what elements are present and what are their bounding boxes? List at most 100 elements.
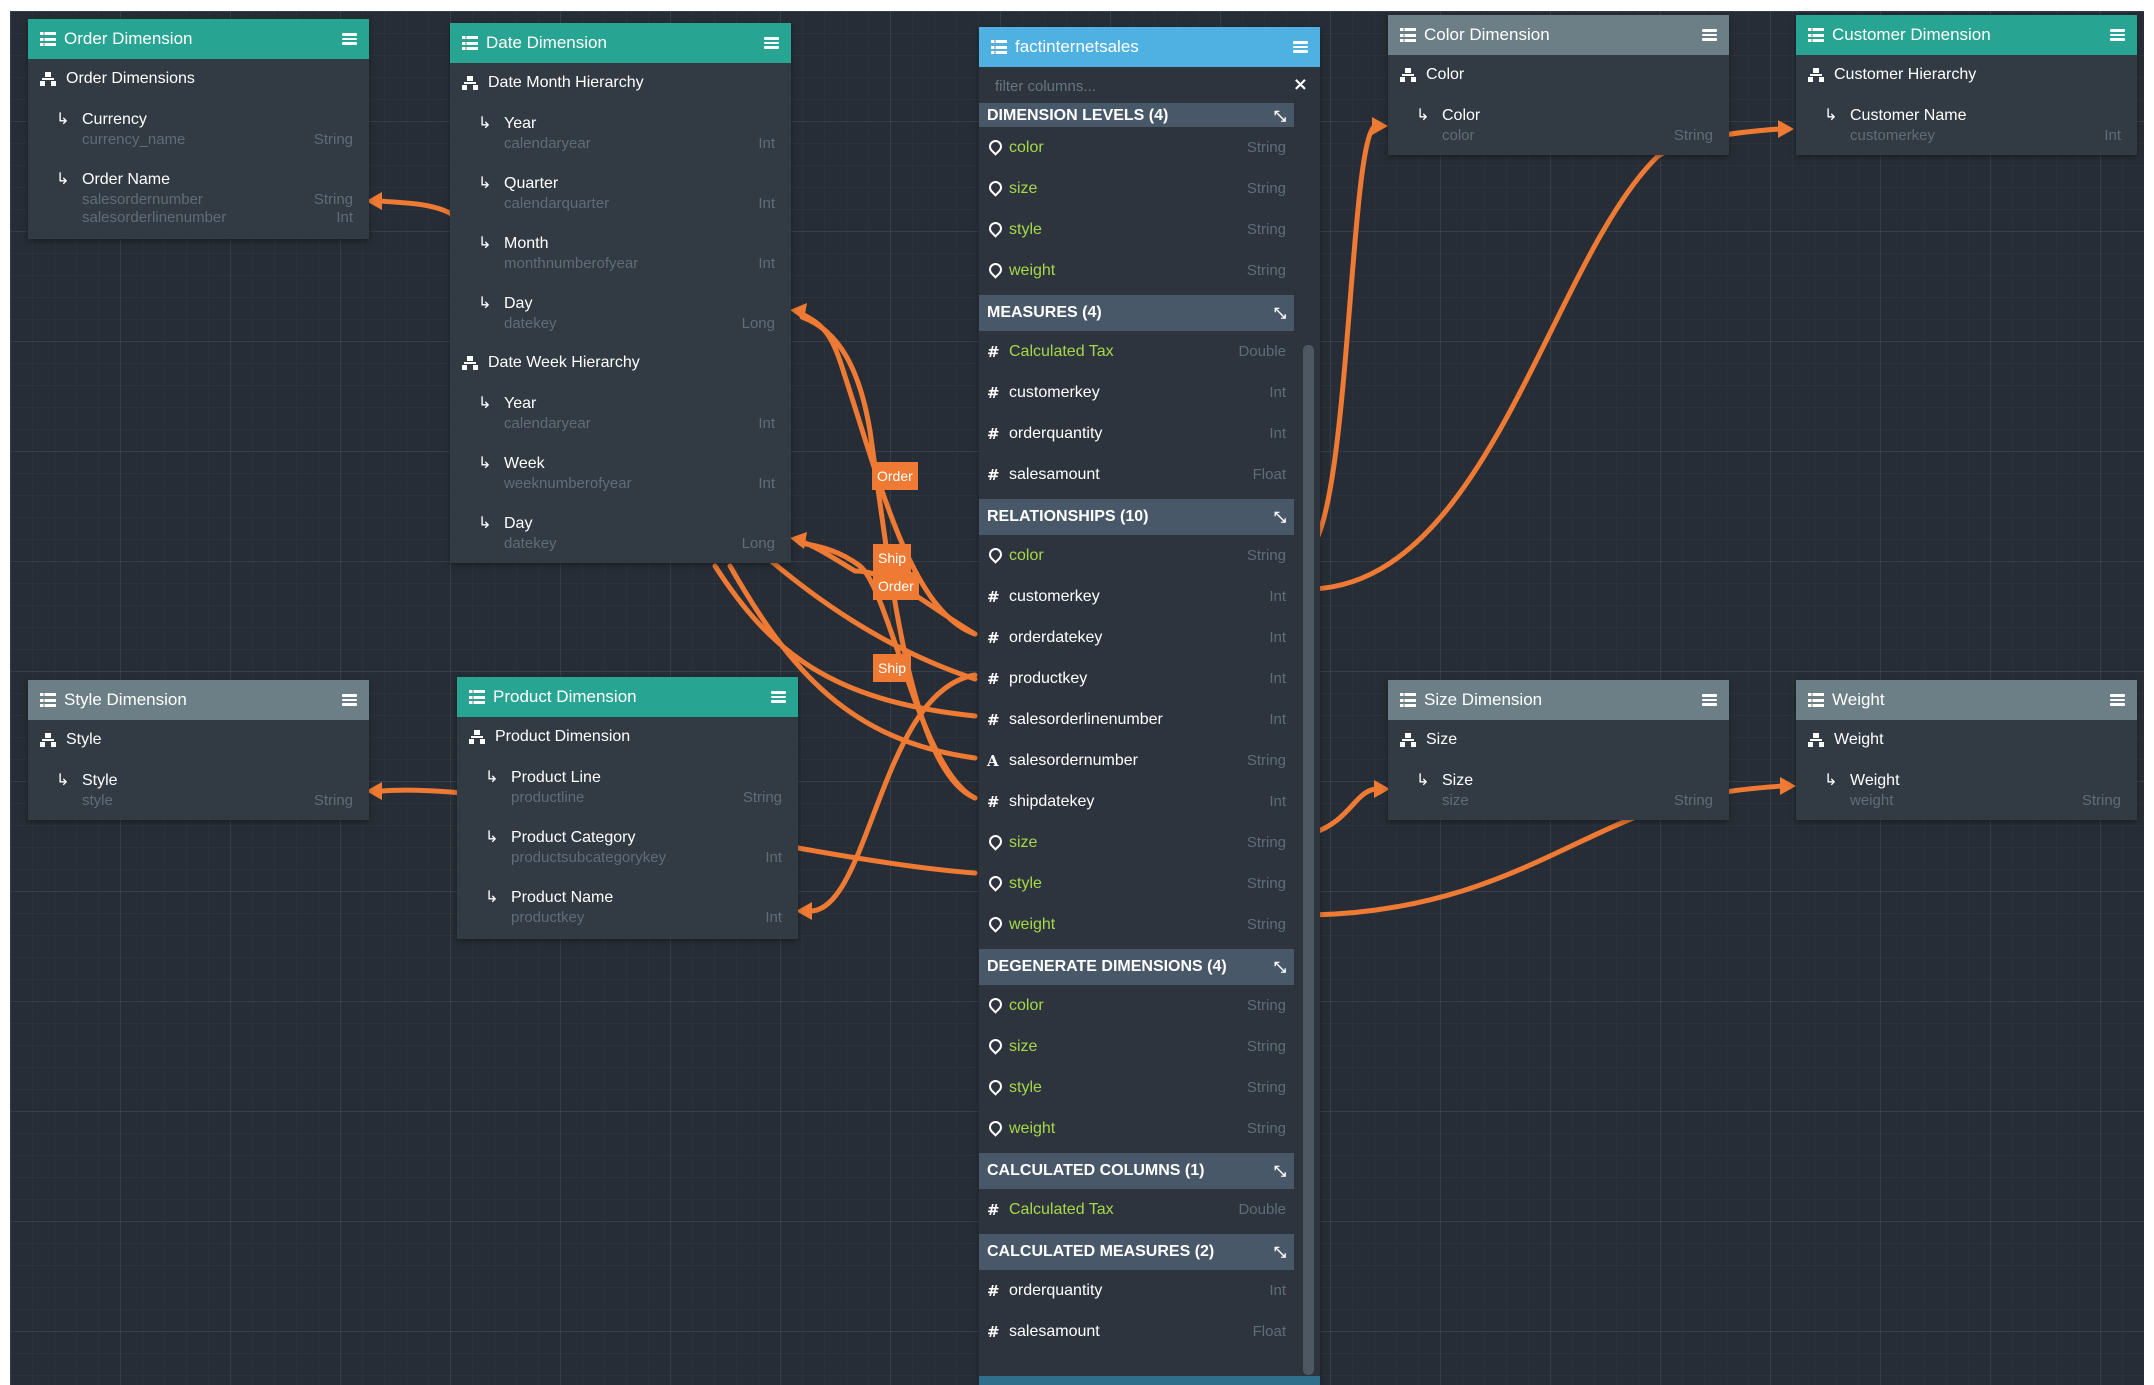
column-row[interactable]: # salesamount Float bbox=[979, 454, 1294, 495]
hierarchy-row[interactable]: Color bbox=[1388, 55, 1729, 95]
collapse-section-icon[interactable]: ⤡ bbox=[1274, 1243, 1286, 1261]
level-row[interactable]: ↳ Month monthnumberofyear Int bbox=[450, 223, 791, 283]
level-row[interactable]: ↳ Year calendaryear Int bbox=[450, 103, 791, 163]
column-row[interactable]: size String bbox=[979, 822, 1294, 863]
link-label-ship[interactable]: Ship bbox=[873, 544, 912, 572]
collapse-section-icon[interactable]: ⤡ bbox=[1274, 1162, 1286, 1180]
column-row[interactable]: # orderquantity Int bbox=[979, 413, 1294, 454]
column-row[interactable]: # customerkey Int bbox=[979, 372, 1294, 413]
column-row[interactable]: weight String bbox=[979, 1108, 1294, 1149]
column-row[interactable]: style String bbox=[979, 1067, 1294, 1108]
menu-icon[interactable] bbox=[2110, 29, 2125, 41]
column-row[interactable]: # productkey Int bbox=[979, 658, 1294, 699]
column-row[interactable]: # orderdatekey Int bbox=[979, 617, 1294, 658]
level-row[interactable]: ↳ Day datekey Long bbox=[450, 283, 791, 343]
color-dimension-card[interactable]: Color Dimension Color ↳ Color color Stri… bbox=[1388, 15, 1729, 155]
section-header[interactable]: MEASURES (4) ⤡ bbox=[979, 295, 1294, 331]
column-row[interactable]: color String bbox=[979, 535, 1294, 576]
date-dimension-card[interactable]: Date Dimension Date Month Hierarchy ↳ Ye… bbox=[450, 23, 791, 563]
card-header[interactable]: Order Dimension bbox=[28, 19, 369, 59]
level-row[interactable]: ↳ Currency currency_name String bbox=[28, 99, 369, 159]
hierarchy-row[interactable]: Date Month Hierarchy bbox=[450, 63, 791, 103]
link-product-name[interactable] bbox=[807, 672, 978, 914]
level-row[interactable]: ↳ Style style String bbox=[28, 760, 369, 820]
level-row[interactable]: ↳ Day datekey Long bbox=[450, 503, 791, 563]
section-header[interactable]: RELATIONSHIPS (10) ⤡ bbox=[979, 499, 1294, 535]
menu-icon[interactable] bbox=[764, 37, 779, 49]
menu-icon[interactable] bbox=[342, 694, 357, 706]
level-row[interactable]: ↳ Product Category productsubcategorykey… bbox=[457, 817, 798, 877]
column-row[interactable]: color String bbox=[979, 127, 1294, 168]
hierarchy-row[interactable]: Customer Hierarchy bbox=[1796, 55, 2137, 95]
column-row[interactable]: # salesamount Float bbox=[979, 1311, 1294, 1352]
hierarchy-row[interactable]: Order Dimensions bbox=[28, 59, 369, 99]
link-color-dimension[interactable] bbox=[1310, 123, 1378, 549]
hierarchy-row[interactable]: Weight bbox=[1796, 720, 2137, 760]
level-row[interactable]: ↳ Color color String bbox=[1388, 95, 1729, 155]
column-row[interactable]: size String bbox=[979, 1026, 1294, 1067]
scrollbar[interactable] bbox=[1303, 345, 1314, 1375]
column-row[interactable]: weight String bbox=[979, 904, 1294, 945]
column-row[interactable]: # customerkey Int bbox=[979, 576, 1294, 617]
column-row[interactable]: Asalesordernumber String bbox=[979, 740, 1294, 781]
product-dimension-card[interactable]: Product Dimension Product Dimension ↳ Pr… bbox=[457, 677, 798, 939]
menu-icon[interactable] bbox=[342, 33, 357, 45]
section-header[interactable]: CALCULATED MEASURES (2) ⤡ bbox=[979, 1234, 1294, 1270]
card-header[interactable]: Style Dimension bbox=[28, 680, 369, 720]
column-row[interactable]: weight String bbox=[979, 250, 1294, 291]
card-header[interactable]: Weight bbox=[1796, 680, 2137, 720]
section-header[interactable]: DEGENERATE DIMENSIONS (4) ⤡ bbox=[979, 949, 1294, 985]
column-row[interactable]: # Calculated Tax Double bbox=[979, 331, 1294, 372]
link-weight-end[interactable] bbox=[1717, 783, 1785, 796]
menu-icon[interactable] bbox=[771, 691, 786, 703]
weight-dimension-card[interactable]: Weight Weight ↳ Weight weight String bbox=[1796, 680, 2137, 820]
card-header[interactable]: Size Dimension bbox=[1388, 680, 1729, 720]
level-row[interactable]: ↳ Year calendaryear Int bbox=[450, 383, 791, 443]
level-row[interactable]: ↳ Quarter calendarquarter Int bbox=[450, 163, 791, 223]
level-row[interactable]: ↳ Product Line productline String bbox=[457, 757, 798, 817]
section-header[interactable]: DIMENSION LEVELS (4) ⤡ bbox=[979, 103, 1294, 127]
card-header[interactable]: Product Dimension bbox=[457, 677, 798, 717]
link-size-dimension[interactable] bbox=[1310, 786, 1379, 836]
column-row[interactable]: # salesorderlinenumber Int bbox=[979, 699, 1294, 740]
column-row[interactable]: color String bbox=[979, 985, 1294, 1026]
hierarchy-row[interactable]: Product Dimension bbox=[457, 717, 798, 757]
link-label-order[interactable]: Order bbox=[872, 462, 918, 490]
collapse-section-icon[interactable]: ⤡ bbox=[1274, 304, 1286, 322]
column-row[interactable]: style String bbox=[979, 863, 1294, 904]
order-dimension-card[interactable]: Order Dimension Order Dimensions ↳ Curre… bbox=[28, 19, 369, 239]
section-header[interactable]: CALCULATED COLUMNS (1) ⤡ bbox=[979, 1153, 1294, 1189]
level-row[interactable]: ↳ Size size String bbox=[1388, 760, 1729, 820]
clear-filter-icon[interactable]: × bbox=[1293, 74, 1308, 95]
menu-icon[interactable] bbox=[1702, 29, 1717, 41]
hierarchy-row[interactable]: Style bbox=[28, 720, 369, 760]
column-row[interactable]: # Calculated Tax Double bbox=[979, 1189, 1294, 1230]
link-customer-dimension[interactable] bbox=[1310, 126, 1783, 592]
collapse-section-icon[interactable]: ⤡ bbox=[1274, 508, 1286, 526]
menu-icon[interactable] bbox=[1293, 41, 1308, 53]
menu-icon[interactable] bbox=[2110, 694, 2125, 706]
collapse-section-icon[interactable]: ⤡ bbox=[1274, 107, 1286, 125]
column-row[interactable]: # shipdatekey Int bbox=[979, 781, 1294, 822]
filter-columns-input[interactable] bbox=[993, 71, 1277, 101]
fact-table-card[interactable]: factinternetsales × DIMENSION LEVELS (4)… bbox=[979, 27, 1320, 1385]
link-label-order[interactable]: Order bbox=[873, 572, 919, 600]
menu-icon[interactable] bbox=[1702, 694, 1717, 706]
level-row[interactable]: ↳ Customer Name customerkey Int bbox=[1796, 95, 2137, 155]
card-header[interactable]: Date Dimension bbox=[450, 23, 791, 63]
card-header[interactable]: factinternetsales bbox=[979, 27, 1320, 67]
column-row[interactable]: size String bbox=[979, 168, 1294, 209]
style-dimension-card[interactable]: Style Dimension Style ↳ Style style Stri… bbox=[28, 680, 369, 820]
hierarchy-row[interactable]: Date Week Hierarchy bbox=[450, 343, 791, 383]
level-row[interactable]: ↳ Product Name productkey Int bbox=[457, 877, 798, 937]
collapse-section-icon[interactable]: ⤡ bbox=[1274, 958, 1286, 976]
card-header[interactable]: Color Dimension bbox=[1388, 15, 1729, 55]
model-canvas[interactable]: Order Ship Order Ship Order Dimension Or… bbox=[10, 11, 2144, 1385]
level-row[interactable]: ↳ Weight weight String bbox=[1796, 760, 2137, 820]
column-row[interactable]: style String bbox=[979, 209, 1294, 250]
hierarchy-row[interactable]: Size bbox=[1388, 720, 1729, 760]
level-row[interactable]: ↳ Week weeknumberofyear Int bbox=[450, 443, 791, 503]
size-dimension-card[interactable]: Size Dimension Size ↳ Size size String bbox=[1388, 680, 1729, 820]
link-weight[interactable] bbox=[1310, 813, 1641, 918]
level-row[interactable]: ↳ Order Name salesordernumber String sal… bbox=[28, 159, 369, 226]
